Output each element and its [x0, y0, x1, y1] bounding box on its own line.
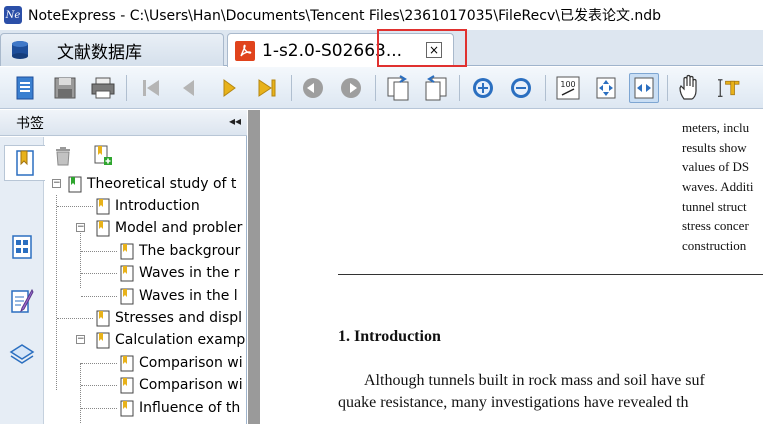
- add-bookmark-icon[interactable]: [92, 145, 114, 167]
- collapse-icon[interactable]: −: [76, 223, 85, 232]
- tree-node-label: Introduction: [115, 198, 200, 214]
- tree-node-root[interactable]: − Theoretical study of t: [52, 173, 236, 195]
- back-icon[interactable]: [298, 73, 328, 103]
- tree-node-waves-r[interactable]: Waves in the r: [120, 262, 240, 284]
- bookmark-icon: [96, 198, 110, 214]
- pdf-icon: [235, 40, 255, 61]
- collapse-icon[interactable]: −: [52, 179, 61, 188]
- bookmark-icon: [120, 288, 134, 304]
- pdf-toolbar: 100: [0, 67, 763, 109]
- bookmark-tree: − Theoretical study of t Introduction − …: [44, 173, 246, 424]
- first-page-icon[interactable]: [136, 73, 166, 103]
- tree-node-influence[interactable]: Influence of th: [120, 397, 240, 419]
- bookmark-icon: [120, 400, 134, 416]
- horizontal-rule: [338, 274, 763, 275]
- text-line: stress concer: [682, 218, 749, 233]
- delete-bookmark-icon[interactable]: [52, 145, 74, 167]
- tree-node-label: Waves in the r: [139, 265, 240, 281]
- paragraph-line: Although tunnels built in rock mass and …: [364, 372, 705, 389]
- text-line: waves. Additi: [682, 179, 754, 194]
- tree-node-comparison-1[interactable]: Comparison wi: [120, 352, 243, 374]
- tree-node-label: Comparison wi: [139, 377, 243, 393]
- save-icon[interactable]: [50, 73, 80, 103]
- bookmark-icon: [68, 176, 82, 192]
- print-icon[interactable]: [88, 73, 118, 103]
- tree-node-label: Stresses and displ: [115, 310, 243, 326]
- tab-label: 文献数据库: [57, 42, 142, 63]
- pdf-viewer[interactable]: meters, inclu results show values of DS …: [248, 110, 763, 424]
- paragraph-line: quake resistance, many investigations ha…: [338, 394, 689, 411]
- tab-literature-database[interactable]: 文献数据库: [0, 33, 224, 66]
- text-select-icon[interactable]: [715, 73, 745, 103]
- hand-tool-icon[interactable]: [675, 73, 705, 103]
- bookmark-icon: [120, 355, 134, 371]
- side-tab-strip: [0, 137, 45, 424]
- next-page-icon[interactable]: [214, 73, 244, 103]
- layers-tab-icon[interactable]: [4, 337, 40, 373]
- bookmark-toolbar: [44, 137, 247, 173]
- tree-node-model[interactable]: − Model and probler: [76, 217, 242, 239]
- tree-node-label: Theoretical study of t: [87, 176, 237, 192]
- bookmark-icon: [96, 332, 110, 348]
- tree-node-label: Influence of th: [139, 400, 241, 416]
- text-line: results show: [682, 140, 747, 155]
- noteexpress-app-icon: Ne: [4, 6, 22, 24]
- forward-icon[interactable]: [336, 73, 366, 103]
- actual-size-label: 100: [560, 80, 575, 89]
- tree-node-introduction[interactable]: Introduction: [96, 195, 200, 217]
- tree-node-label: The backgrour: [139, 243, 241, 259]
- text-line: tunnel struct: [682, 199, 747, 214]
- copy-icon[interactable]: [383, 73, 413, 103]
- fit-page-icon[interactable]: [591, 73, 621, 103]
- panel-title: 书签: [16, 115, 44, 132]
- collapse-panel-icon[interactable]: ◂◂: [229, 114, 241, 128]
- collapse-icon[interactable]: −: [76, 335, 85, 344]
- tree-node-stresses[interactable]: Stresses and displ: [96, 307, 242, 329]
- database-icon: [12, 41, 28, 59]
- thumbnails-tab-icon[interactable]: [4, 229, 40, 265]
- zoom-out-icon[interactable]: [506, 73, 536, 103]
- tree-node-background[interactable]: The backgrour: [120, 240, 240, 262]
- bookmarks-tab-icon[interactable]: [4, 145, 45, 181]
- document-icon[interactable]: [10, 73, 40, 103]
- zoom-in-icon[interactable]: [468, 73, 498, 103]
- tree-node-calculation[interactable]: − Calculation examp: [76, 329, 245, 351]
- highlight-box: [377, 29, 467, 67]
- bookmark-icon: [96, 310, 110, 326]
- text-line: values of DS: [682, 159, 750, 174]
- tree-node-label: Waves in the l: [139, 288, 238, 304]
- last-page-icon[interactable]: [252, 73, 282, 103]
- section-heading: 1. Introduction: [338, 328, 441, 345]
- tree-node-waves-l[interactable]: Waves in the l: [120, 285, 238, 307]
- bookmark-icon: [96, 220, 110, 236]
- title-bar: Ne NoteExpress - C:\Users\Han\Documents\…: [0, 0, 763, 30]
- actual-size-icon[interactable]: 100: [553, 73, 583, 103]
- previous-page-icon[interactable]: [174, 73, 204, 103]
- bookmark-icon: [120, 243, 134, 259]
- fit-width-icon[interactable]: [629, 73, 659, 103]
- window-title: NoteExpress - C:\Users\Han\Documents\Ten…: [28, 8, 662, 24]
- tree-node-label: Calculation examp: [115, 332, 246, 348]
- paste-icon[interactable]: [421, 73, 451, 103]
- bookmarks-panel: 书签 ◂◂ − Theoretical study of t Introduct…: [0, 110, 247, 424]
- bookmark-icon: [120, 265, 134, 281]
- tree-node-label: Model and probler: [115, 220, 243, 236]
- tree-node-label: Comparison wi: [139, 355, 243, 371]
- text-line: meters, inclu: [682, 120, 750, 135]
- bookmark-icon: [120, 377, 134, 393]
- pdf-page: meters, inclu results show values of DS …: [260, 110, 763, 424]
- tree-node-comparison-2[interactable]: Comparison wi: [120, 374, 243, 396]
- annotations-tab-icon[interactable]: [4, 283, 40, 319]
- panel-header: 书签 ◂◂: [0, 110, 247, 136]
- text-line: construction: [682, 238, 747, 253]
